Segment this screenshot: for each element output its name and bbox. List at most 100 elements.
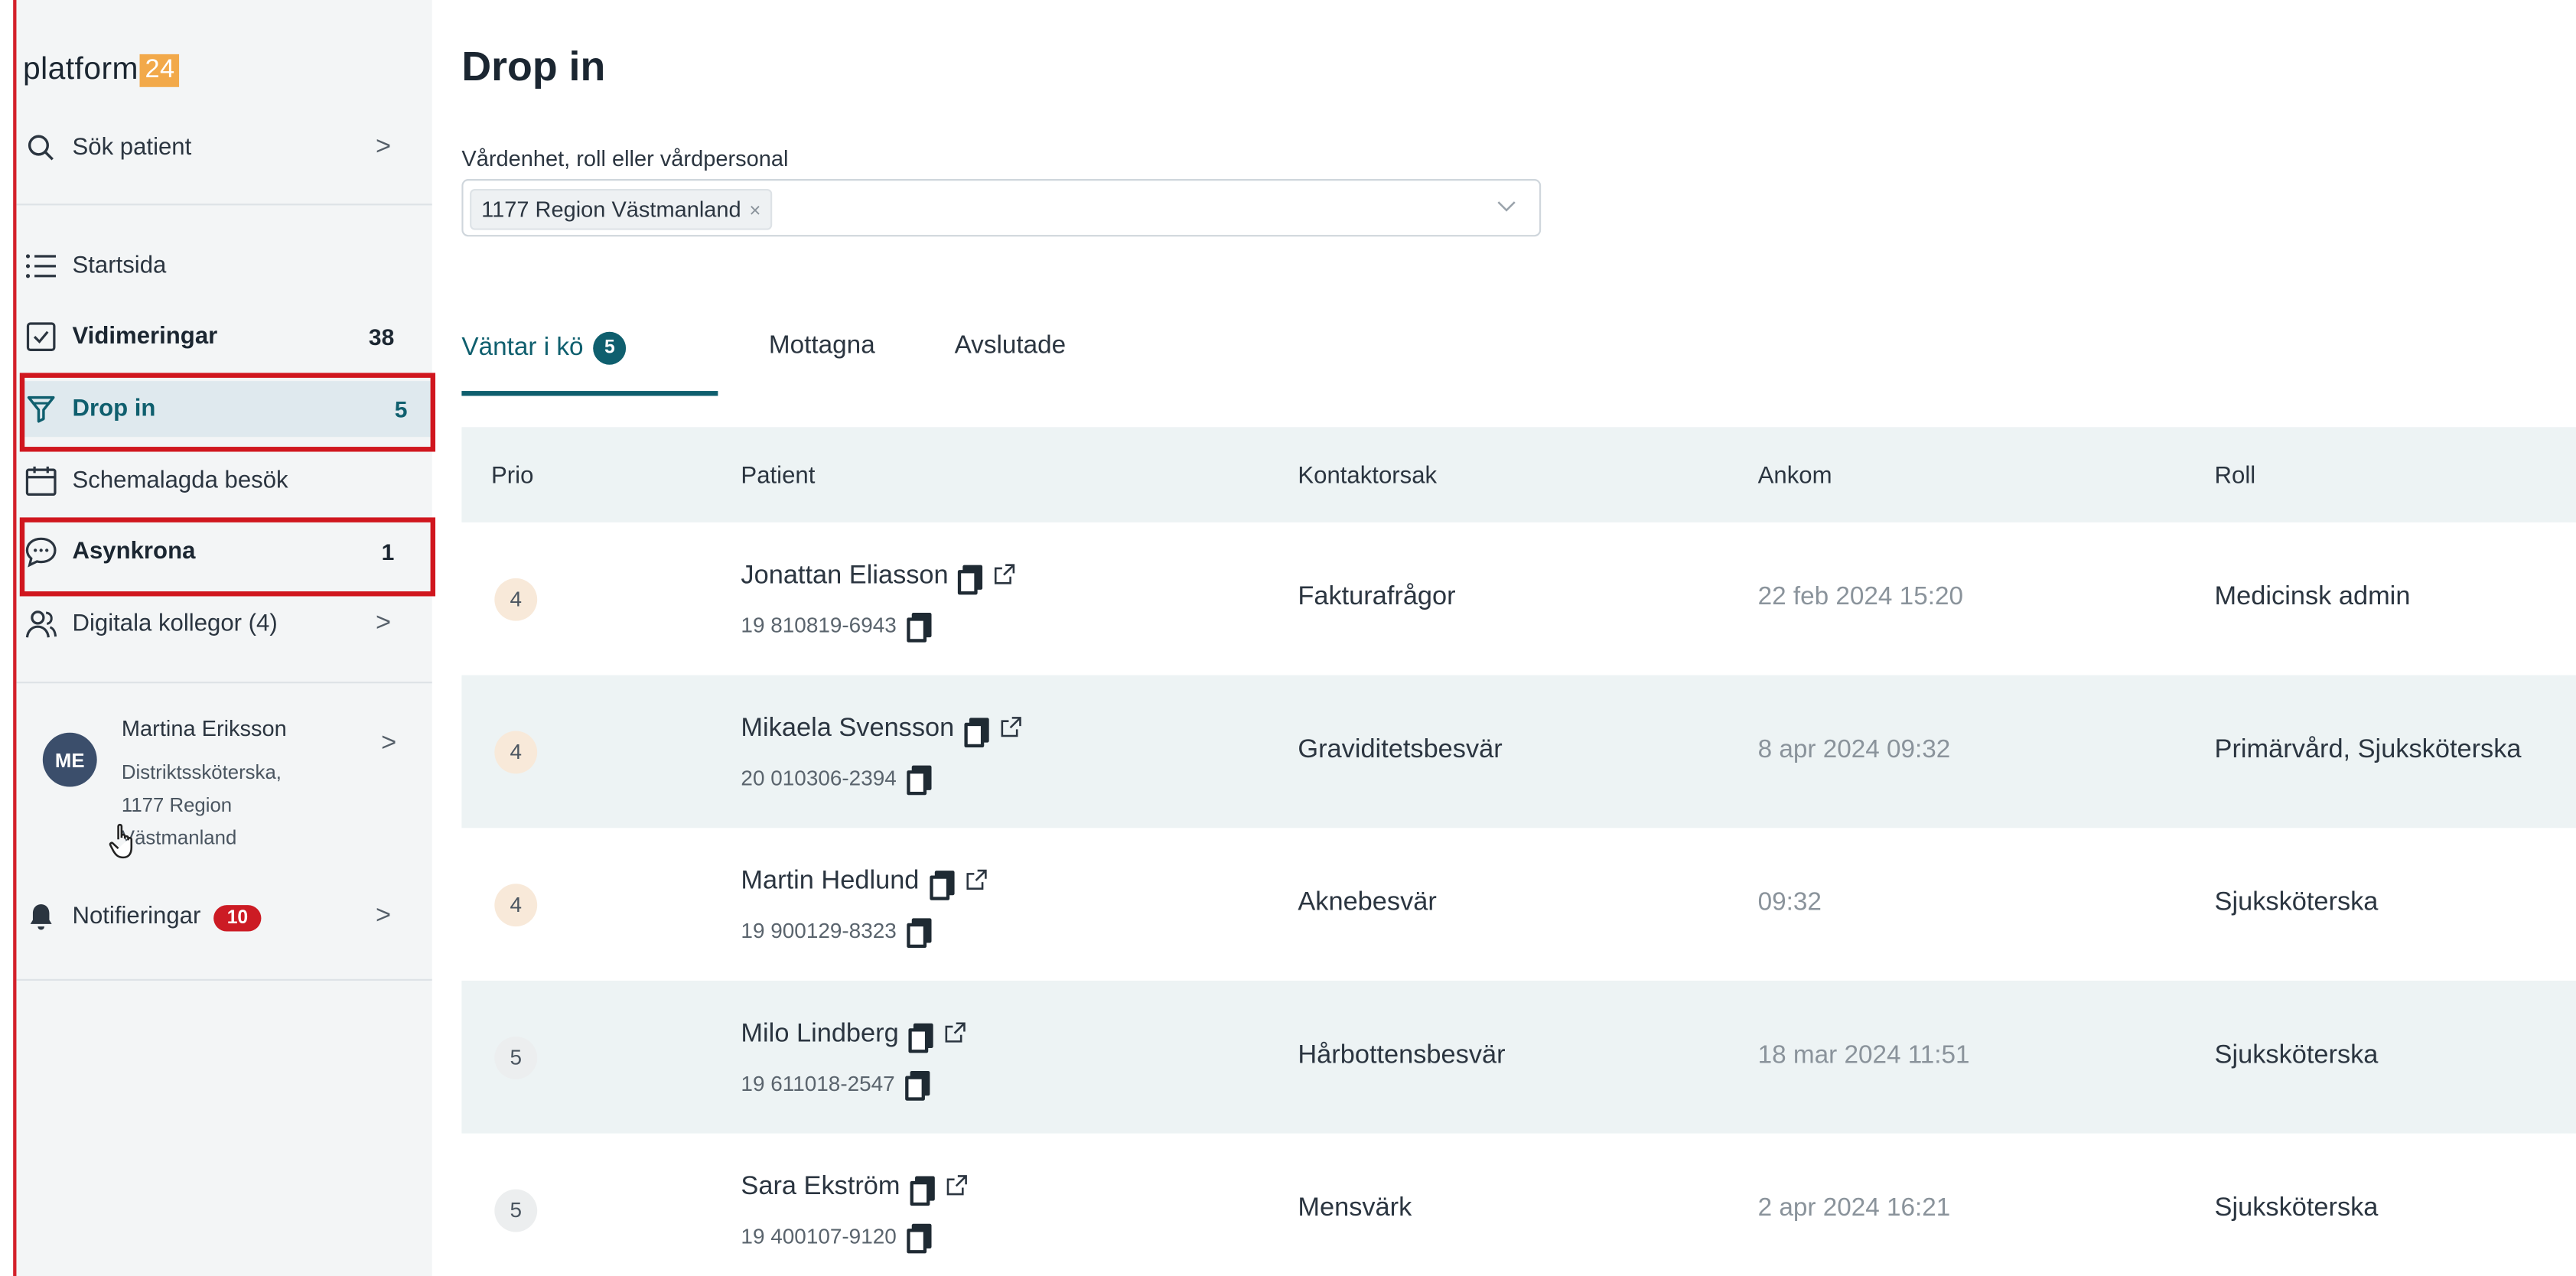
copy-icon[interactable] bbox=[958, 564, 983, 594]
column-header-prio[interactable]: Prio bbox=[491, 464, 533, 490]
external-link-icon[interactable] bbox=[966, 869, 987, 895]
sidebar-item-count: 38 bbox=[368, 324, 395, 350]
patient-name-text[interactable]: Milo Lindberg bbox=[741, 1020, 898, 1050]
arrived-time: 18 mar 2024 11:51 bbox=[1757, 1041, 1970, 1069]
personal-number-text: 19 611018-2547 bbox=[741, 1071, 895, 1096]
sidebar-item-label: Digitala kollegor (4) bbox=[72, 610, 278, 638]
chevron-right-icon: > bbox=[375, 901, 392, 930]
search-patient-item[interactable]: Sök patient > bbox=[23, 120, 407, 176]
logo[interactable]: platform 24 bbox=[23, 53, 180, 89]
highlight-box-asynkrona bbox=[19, 517, 436, 597]
close-icon[interactable]: × bbox=[749, 198, 760, 221]
user-name: Martina Eriksson bbox=[121, 716, 287, 741]
external-link-icon[interactable] bbox=[995, 564, 1016, 590]
table-header: Prio Patient Kontaktorsak Ankom Roll bbox=[461, 427, 2576, 522]
tab-vantar-i-ko[interactable]: Väntar i kö 5 bbox=[461, 331, 627, 365]
table-row[interactable]: 5 Milo Lindberg 19 611018-2547 Hårbotten… bbox=[461, 980, 2576, 1134]
copy-icon[interactable] bbox=[929, 869, 954, 900]
table-row[interactable]: 4 Jonattan Eliasson 19 810819-6943 Faktu… bbox=[461, 522, 2576, 675]
chevron-right-icon: > bbox=[375, 609, 392, 638]
people-icon bbox=[23, 606, 59, 642]
patient-name-text[interactable]: Mikaela Svensson bbox=[741, 714, 954, 744]
filter-select[interactable]: 1177 Region Västmanland × bbox=[461, 179, 1542, 237]
filter-chip[interactable]: 1177 Region Västmanland × bbox=[470, 188, 773, 230]
personal-number: 19 900129-8323 bbox=[741, 918, 931, 948]
patient-name-text[interactable]: Martin Hedlund bbox=[741, 867, 919, 897]
priority-badge: 5 bbox=[494, 1189, 538, 1232]
sidebar-item-vidimeringar[interactable]: Vidimeringar 38 bbox=[23, 309, 407, 365]
table-row[interactable]: 4 Mikaela Svensson 20 010306-2394 Gravid… bbox=[461, 675, 2576, 828]
column-header-patient[interactable]: Patient bbox=[741, 464, 815, 490]
checkbox-icon bbox=[23, 319, 59, 355]
copy-icon[interactable] bbox=[964, 717, 989, 747]
notifications-text: Notifieringar bbox=[72, 902, 201, 929]
bell-icon bbox=[23, 899, 59, 935]
page-title: Drop in bbox=[461, 44, 606, 91]
patient-name-text[interactable]: Jonattan Eliasson bbox=[741, 562, 948, 591]
priority-badge: 5 bbox=[494, 1036, 538, 1079]
copy-icon[interactable] bbox=[910, 1175, 935, 1206]
notifications-label: Notifieringar 10 bbox=[72, 903, 376, 931]
personal-number: 19 400107-9120 bbox=[741, 1223, 931, 1254]
arrived-time: 8 apr 2024 09:32 bbox=[1757, 735, 1951, 764]
personal-number-text: 19 400107-9120 bbox=[741, 1223, 897, 1248]
role: Sjuksköterska bbox=[2214, 1041, 2379, 1069]
patient-name: Martin Hedlund bbox=[741, 867, 987, 900]
notifications-badge: 10 bbox=[213, 904, 262, 931]
external-link-icon[interactable] bbox=[945, 1022, 966, 1048]
sidebar-item-startsida[interactable]: Startsida bbox=[23, 238, 407, 294]
patient-name: Sara Ekström bbox=[741, 1173, 968, 1206]
patient-name: Mikaela Svensson bbox=[741, 714, 1021, 747]
user-role-line: Västmanland bbox=[121, 826, 237, 850]
role: Medicinsk admin bbox=[2214, 583, 2411, 611]
logo-number: 24 bbox=[140, 54, 180, 87]
personal-number: 19 611018-2547 bbox=[741, 1071, 930, 1101]
arrived-time: 22 feb 2024 15:20 bbox=[1757, 583, 1963, 611]
column-header-kontaktorsak[interactable]: Kontaktorsak bbox=[1298, 464, 1437, 490]
hand-cursor-icon bbox=[109, 822, 142, 871]
table-row[interactable]: 4 Martin Hedlund 19 900129-8323 Aknebesv… bbox=[461, 828, 2576, 981]
sidebar-item-schemalagda[interactable]: Schemalagda besök bbox=[23, 454, 407, 509]
copy-icon[interactable] bbox=[906, 765, 931, 796]
sidebar-item-notifieringar[interactable]: Notifieringar 10 > bbox=[23, 889, 407, 945]
external-link-icon[interactable] bbox=[1000, 716, 1021, 742]
column-header-ankom[interactable]: Ankom bbox=[1758, 464, 1832, 490]
copy-icon[interactable] bbox=[904, 1071, 930, 1101]
sidebar-item-label: Schemalagda besök bbox=[72, 467, 288, 495]
search-icon bbox=[23, 130, 59, 166]
contact-reason: Aknebesvär bbox=[1298, 888, 1437, 917]
contact-reason: Graviditetsbesvär bbox=[1298, 735, 1503, 764]
sidebar-item-digitala-kollegor[interactable]: Digitala kollegor (4) > bbox=[23, 596, 407, 652]
role: Sjuksköterska bbox=[2214, 1194, 2379, 1222]
list-icon bbox=[23, 248, 59, 284]
copy-icon[interactable] bbox=[906, 918, 931, 948]
tab-label: Väntar i kö bbox=[461, 333, 584, 362]
personal-number: 19 810819-6943 bbox=[741, 612, 931, 643]
patient-name: Milo Lindberg bbox=[741, 1020, 966, 1053]
personal-number-text: 19 810819-6943 bbox=[741, 612, 897, 638]
column-header-roll[interactable]: Roll bbox=[2215, 464, 2256, 490]
user-profile[interactable]: ME Martina Eriksson Distriktssköterska, … bbox=[23, 706, 417, 849]
arrived-time: 2 apr 2024 16:21 bbox=[1757, 1194, 1951, 1222]
sidebar-item-label: Vidimeringar bbox=[72, 324, 218, 350]
patient-name: Jonattan Eliasson bbox=[741, 562, 1016, 594]
table-row[interactable]: 5 Sara Ekström 19 400107-9120 Mensvärk 2… bbox=[461, 1134, 2576, 1276]
chevron-right-icon: > bbox=[375, 132, 392, 161]
copy-icon[interactable] bbox=[906, 612, 931, 643]
external-link-icon[interactable] bbox=[946, 1174, 968, 1200]
personal-number-text: 19 900129-8323 bbox=[741, 918, 897, 943]
sidebar-divider bbox=[16, 682, 432, 684]
filter-chip-label: 1177 Region Västmanland bbox=[481, 197, 741, 222]
user-role-line: 1177 Region bbox=[121, 793, 233, 817]
copy-icon[interactable] bbox=[908, 1022, 933, 1053]
tab-mottagna[interactable]: Mottagna bbox=[769, 332, 875, 362]
chevron-down-icon[interactable] bbox=[1496, 196, 1516, 219]
contact-reason: Mensvärk bbox=[1298, 1194, 1412, 1222]
arrived-time: 09:32 bbox=[1757, 888, 1822, 917]
priority-badge: 4 bbox=[494, 884, 538, 927]
patient-name-text[interactable]: Sara Ekström bbox=[741, 1173, 900, 1203]
user-role-line: Distriktssköterska, bbox=[121, 760, 282, 784]
copy-icon[interactable] bbox=[906, 1223, 931, 1254]
priority-badge: 4 bbox=[494, 578, 538, 621]
tab-avslutade[interactable]: Avslutade bbox=[955, 332, 1067, 362]
